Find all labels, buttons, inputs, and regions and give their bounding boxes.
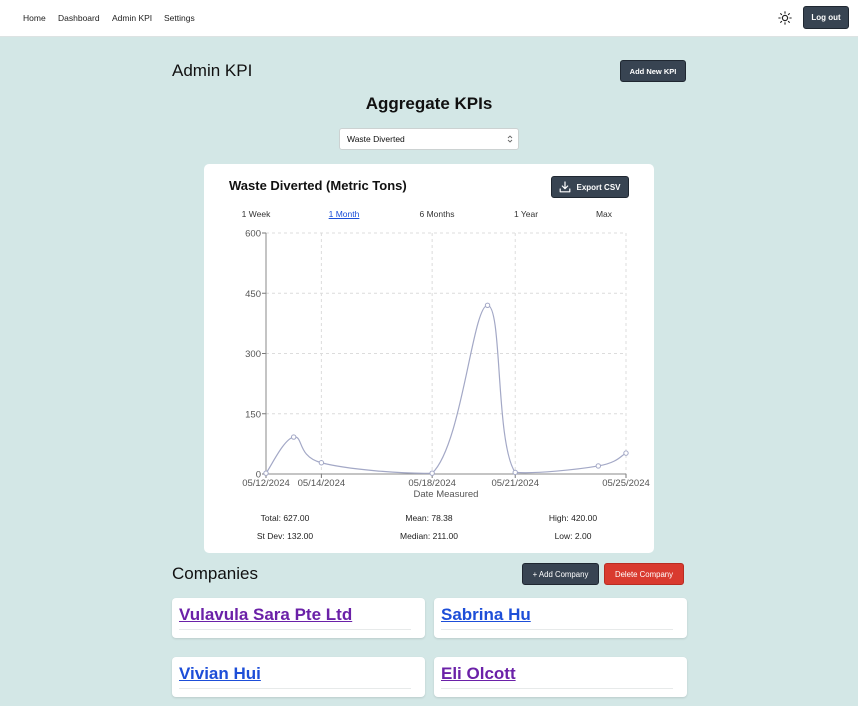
page-title: Admin KPI [172, 61, 253, 80]
company-link[interactable]: Vulavula Sara Pte Ltd [179, 605, 352, 625]
nav-home-link[interactable]: Home [23, 13, 46, 23]
stat-total: Total: 627.00 [260, 513, 310, 523]
company-card: Eli Olcott [434, 657, 687, 697]
nav-settings-link[interactable]: Settings [164, 13, 195, 23]
card-divider [179, 629, 411, 630]
x-tick-label: 05/14/2024 [298, 478, 346, 489]
data-point [290, 434, 297, 440]
x-axis-label: Date Measured [414, 489, 479, 500]
sun-icon[interactable] [778, 11, 792, 25]
card-divider [441, 688, 673, 689]
companies-heading: Companies [172, 564, 258, 583]
y-tick-label: 450 [245, 289, 261, 300]
top-navbar: Home Dashboard Admin KPI Settings Log ou… [0, 0, 858, 37]
card-divider [179, 688, 411, 689]
stat-high: High: 420.00 [548, 513, 598, 523]
data-point [595, 463, 602, 469]
company-link[interactable]: Sabrina Hu [441, 605, 531, 625]
company-card: Sabrina Hu [434, 598, 687, 638]
chevron-updown-icon [507, 135, 513, 143]
y-tick-label: 300 [245, 349, 261, 360]
nav-dashboard-link[interactable]: Dashboard [58, 13, 100, 23]
logout-button[interactable]: Log out [803, 6, 849, 29]
x-tick-label: 05/21/2024 [491, 478, 539, 489]
stat-low: Low: 2.00 [554, 531, 592, 541]
data-point [623, 450, 629, 456]
data-point [484, 302, 491, 309]
line-chart: 015030045060005/12/2024 05/14/2024 05/18/2… [242, 229, 650, 501]
company-link[interactable]: Vivian Hui [179, 664, 261, 684]
x-tick-label: 05/12/2024 [242, 478, 290, 489]
nav-admin-kpi-link[interactable]: Admin KPI [112, 13, 152, 23]
kpi-select-value: Waste Diverted [347, 134, 405, 144]
data-point [263, 470, 269, 476]
card-divider [441, 629, 673, 630]
x-tick-label: 05/25/2024 [602, 478, 650, 489]
x-tick-label: 05/18/2024 [408, 478, 456, 489]
data-point [512, 469, 518, 476]
stat-median: Median: 211.00 [400, 531, 458, 541]
data-point [318, 460, 325, 466]
data-point [429, 470, 435, 476]
company-card: Vivian Hui [172, 657, 425, 697]
aggregate-kpis-heading: Aggregate KPIs [365, 94, 493, 113]
series-line [265, 304, 627, 474]
add-new-kpi-button[interactable]: Add New KPI [620, 60, 686, 82]
kpi-chart-card: Waste Diverted (Metric Tons) Export CSV … [204, 164, 654, 553]
y-tick-label: 150 [245, 409, 261, 420]
kpi-select[interactable]: Waste Diverted [339, 128, 519, 150]
company-card: Vulavula Sara Pte Ltd [172, 598, 425, 638]
stat-stdev: St Dev: 132.00 [256, 531, 314, 541]
delete-company-button[interactable]: Delete Company [604, 563, 684, 585]
stat-mean: Mean: 78.38 [405, 513, 453, 523]
add-company-button[interactable]: + Add Company [522, 563, 599, 585]
y-tick-label: 600 [245, 229, 261, 240]
company-link[interactable]: Eli Olcott [441, 664, 516, 684]
